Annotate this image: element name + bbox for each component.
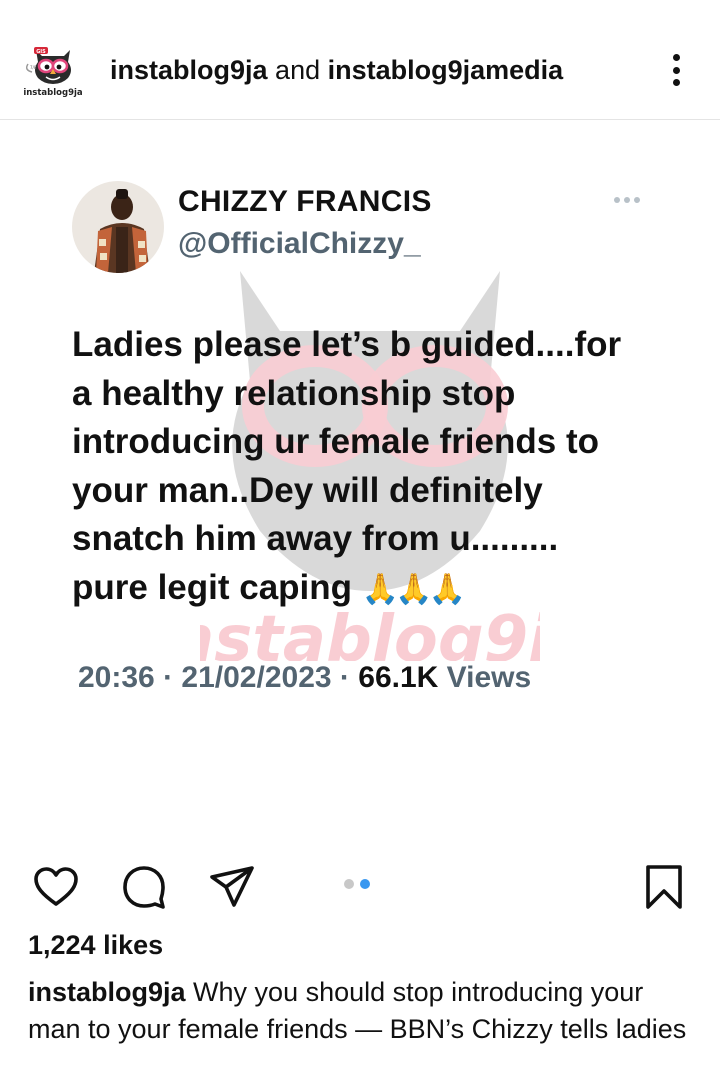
- tweet-date: 21/02/2023: [181, 661, 332, 694]
- tweet-meta: 20:36 · 21/02/2023 · 66.1K Views: [78, 661, 531, 695]
- bookmark-icon[interactable]: [640, 863, 688, 911]
- tweet-views-count: 66.1K: [358, 661, 439, 694]
- tweet-line-last: pure legit caping 🙏🙏🙏: [72, 564, 672, 615]
- svg-text:7/8: 7/8: [30, 65, 37, 70]
- tweet-time: 20:36: [78, 661, 155, 694]
- more-options-icon[interactable]: [660, 50, 692, 90]
- tweet-line: Ladies please let’s b guided....for: [72, 325, 622, 364]
- account-name-primary[interactable]: instablog9ja: [110, 55, 268, 85]
- caption-username[interactable]: instablog9ja: [28, 977, 186, 1007]
- tweet-line: introducing ur female friends to: [72, 422, 599, 461]
- tweet-author-name[interactable]: CHIZZY FRANCIS: [178, 185, 432, 219]
- avatar-label: instablog9ja: [23, 88, 83, 98]
- tweet-views-label: Views: [446, 661, 532, 694]
- authors-joiner: and: [275, 55, 321, 85]
- post-authors: instablog9ja and instablog9jamedia: [110, 52, 563, 88]
- tweet-text: Ladies please let’s b guided....for a he…: [72, 321, 672, 614]
- tweet-line: your man..Dey will definitely: [72, 470, 543, 510]
- account-avatar[interactable]: GIS 7/8 instablog9ja: [22, 42, 84, 104]
- tweet-author-avatar[interactable]: [72, 181, 164, 273]
- praying-hands-emoji: 🙏🙏🙏: [361, 572, 466, 606]
- tweet-line: a healthy relationship stop: [72, 373, 516, 413]
- tweet-more-icon: [614, 197, 640, 203]
- post-caption: instablog9ja Why you should stop introdu…: [28, 974, 688, 1047]
- post-media[interactable]: instablog9ja CHIZZY FRANCIS @OfficialChi…: [0, 121, 720, 843]
- post-actions: [0, 855, 720, 915]
- meta-separator: ·: [339, 661, 350, 694]
- tweet-author-handle[interactable]: @OfficialChizzy_: [178, 227, 421, 261]
- likes-count[interactable]: 1,224 likes: [28, 930, 163, 961]
- account-name-secondary[interactable]: instablog9jamedia: [328, 55, 564, 85]
- svg-text:GIS: GIS: [36, 49, 46, 55]
- carousel-dot-active: [360, 879, 370, 889]
- post-header: GIS 7/8 instablog9ja instablog9ja and in…: [0, 0, 720, 120]
- tweet-line: pure legit caping: [72, 567, 353, 607]
- heart-icon[interactable]: [32, 863, 80, 911]
- carousel-dot: [344, 879, 354, 889]
- meta-separator: ·: [163, 661, 174, 694]
- comment-icon[interactable]: [120, 863, 168, 911]
- share-icon[interactable]: [208, 863, 256, 911]
- tweet-line: snatch him away from u.........: [72, 519, 559, 558]
- carousel-indicator: [344, 879, 370, 889]
